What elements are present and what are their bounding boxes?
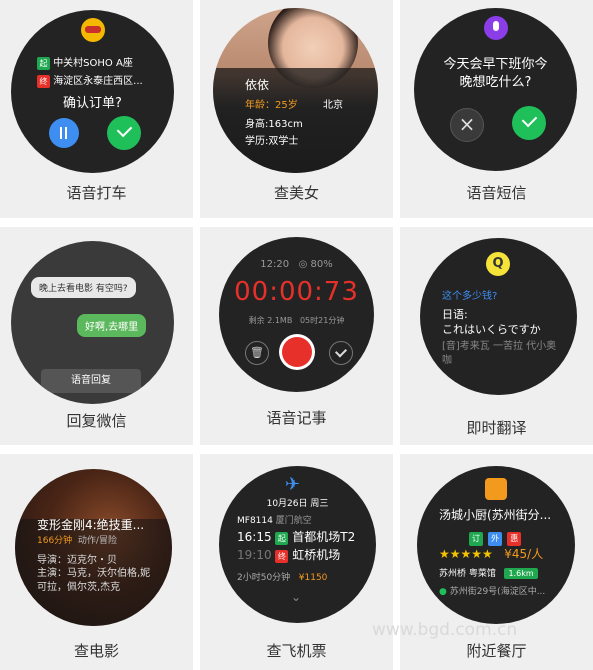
trash-icon[interactable]: 🗑 <box>245 341 269 365</box>
person-education: 学历:双学士 <box>245 136 299 147</box>
battery-icon: ◎ <box>298 259 308 270</box>
record-button[interactable] <box>279 334 315 370</box>
caption: 语音短信 <box>466 184 527 202</box>
booking-tag: 订 <box>469 532 483 546</box>
movie-genre: 动作/冒险 <box>77 536 117 546</box>
card-nearby-restaurant[interactable]: 汤城小厨(苏州街分... 订 外 惠 ★★★★★ ¥45/人 苏州桥 粤菜馆 1… <box>372 454 593 670</box>
confirm-order-text: 确认订单? <box>63 96 122 111</box>
translated-text: これはいくらですか <box>442 323 541 336</box>
sms-message: 今天会早下班你今晚想吃什么? <box>443 57 548 90</box>
flight-duration: 2小时50分钟 <box>237 573 291 583</box>
from-tag: 起 <box>37 57 50 70</box>
arrival-time: 19:10 <box>237 548 272 562</box>
watch-face: 起 中关村SOHO A座 终 海淀区永泰庄西区... 确认订单? <box>11 10 174 173</box>
save-check-button[interactable] <box>329 341 353 365</box>
pause-button[interactable] <box>49 118 79 148</box>
movie-cast: 主演：马克，沃尔伯格,妮可拉，佩尔茨,杰克 <box>37 568 151 593</box>
language-label: 日语: <box>442 308 468 321</box>
to-address: 海淀区永泰庄西区... <box>53 76 143 87</box>
person-height: 身高:163cm <box>245 119 303 130</box>
airline-name: 厦门航空 <box>275 516 312 526</box>
watermark: www.bgd.com.cn <box>372 620 518 640</box>
distance-badge: 1.6km <box>504 568 538 579</box>
chevron-down-icon[interactable]: ⌄ <box>291 590 301 604</box>
watch-face: Q 这个多少钱? 日语: これはいくらですか [音]考来瓦 一苦拉 代小奥咖 <box>420 238 577 395</box>
takeout-tag: 外 <box>488 532 503 546</box>
movie-director: 导演：迈克尔・贝 <box>37 555 117 566</box>
departure-time: 16:15 <box>237 530 272 544</box>
movie-duration: 166分钟 <box>37 536 73 546</box>
departure-airport: 首都机场T2 <box>292 530 356 544</box>
caption: 附近餐厅 <box>466 642 527 660</box>
battery-level: 80% <box>310 259 333 270</box>
caption: 查美女 <box>273 184 319 202</box>
restaurant-area: 苏州桥 粤菜馆 <box>439 569 496 579</box>
translate-app-icon: Q <box>486 252 510 276</box>
watch-face: 汤城小厨(苏州街分... 订 外 惠 ★★★★★ ¥45/人 苏州桥 粤菜馆 1… <box>417 466 575 624</box>
incoming-message: 晚上去看电影 有空吗? <box>31 277 136 298</box>
card-reply-wechat[interactable]: 晚上去看电影 有空吗? 好啊,去哪里 语音回复 回复微信 <box>0 227 193 445</box>
movie-title: 变形金刚4:绝技重... <box>37 518 145 532</box>
storage-remaining: 剩余 2.1MB <box>248 316 293 325</box>
flight-number: MF8114 <box>237 516 273 526</box>
caption: 查飞机票 <box>266 642 327 660</box>
watch-face: 晚上去看电影 有空吗? 好啊,去哪里 语音回复 <box>11 241 174 404</box>
watch-face: 12:20 ◎ 80% 00:00:73 剩余 2.1MB 05时21分钟 🗑 <box>219 237 374 392</box>
flight-date: 10月26日 周三 <box>266 499 329 509</box>
departure-tag: 起 <box>275 532 289 545</box>
card-voice-sms[interactable]: 今天会早下班你今晚想吃什么? × 语音短信 <box>400 0 593 218</box>
card-voice-memo[interactable]: 12:20 ◎ 80% 00:00:73 剩余 2.1MB 05时21分钟 🗑 … <box>200 227 393 445</box>
food-icon <box>485 478 507 500</box>
outgoing-message: 好啊,去哪里 <box>77 314 147 337</box>
card-instant-translate[interactable]: Q 这个多少钱? 日语: これはいくらですか [音]考来瓦 一苦拉 代小奥咖 即… <box>400 227 593 445</box>
card-find-movie[interactable]: 变形金刚4:绝技重... 166分钟 动作/冒险 导演：迈克尔・贝 主演：马克，… <box>0 454 193 670</box>
person-name: 依依 <box>245 78 270 92</box>
person-city: 北京 <box>323 100 343 111</box>
record-duration: 05时21分钟 <box>299 316 345 325</box>
confirm-button[interactable] <box>107 116 141 150</box>
person-age: 年龄：25岁 <box>245 100 298 111</box>
caption: 回复微信 <box>66 412 127 430</box>
recording-timer: 00:00:73 <box>234 277 359 307</box>
rating-stars: ★★★★★ <box>439 547 493 561</box>
phonetic-text: [音]考来瓦 一苦拉 代小奥咖 <box>442 341 557 366</box>
average-price: ¥45/人 <box>504 547 544 561</box>
card-voice-taxi[interactable]: 起 中关村SOHO A座 终 海淀区永泰庄西区... 确认订单? 语音打车 <box>0 0 193 218</box>
airplane-icon: ✈ <box>285 474 301 495</box>
discount-tag: 惠 <box>507 532 522 546</box>
flight-price: ¥1150 <box>298 573 328 583</box>
watch-face: 变形金刚4:绝技重... 166分钟 动作/冒险 导演：迈克尔・贝 主演：马克，… <box>15 469 172 626</box>
voice-reply-button[interactable]: 语音回复 <box>41 369 141 393</box>
restaurant-name: 汤城小厨(苏州街分... <box>439 508 552 522</box>
send-button[interactable] <box>512 106 546 140</box>
clock-time: 12:20 <box>260 259 290 270</box>
watch-face: 今天会早下班你今晚想吃什么? × <box>414 8 577 171</box>
caption: 语音打车 <box>66 184 127 202</box>
location-pin-icon: ● <box>439 587 447 597</box>
arrival-airport: 虹桥机场 <box>292 548 341 562</box>
to-tag: 终 <box>37 75 50 88</box>
from-address: 中关村SOHO A座 <box>53 58 133 69</box>
cancel-button[interactable]: × <box>450 108 484 142</box>
watch-face: ✈ 10月26日 周三 MF8114 厦门航空 16:15 起 首都机场T2 1… <box>219 466 376 623</box>
microphone-icon <box>484 16 508 40</box>
source-question: 这个多少钱? <box>442 291 498 302</box>
caption: 即时翻译 <box>466 419 527 437</box>
restaurant-address: 苏州街29号(海淀区中... <box>449 587 546 597</box>
watch-face: 依依 年龄：25岁 北京 身高:163cm 学历:双学士 <box>213 8 378 173</box>
card-flight-tickets[interactable]: ✈ 10月26日 周三 MF8114 厦门航空 16:15 起 首都机场T2 1… <box>200 454 393 670</box>
caption: 语音记事 <box>266 409 327 427</box>
caption: 查电影 <box>73 642 119 660</box>
arrival-tag: 终 <box>275 550 289 563</box>
card-find-beauty[interactable]: 依依 年龄：25岁 北京 身高:163cm 学历:双学士 查美女 <box>200 0 393 218</box>
taxi-icon <box>81 18 105 42</box>
